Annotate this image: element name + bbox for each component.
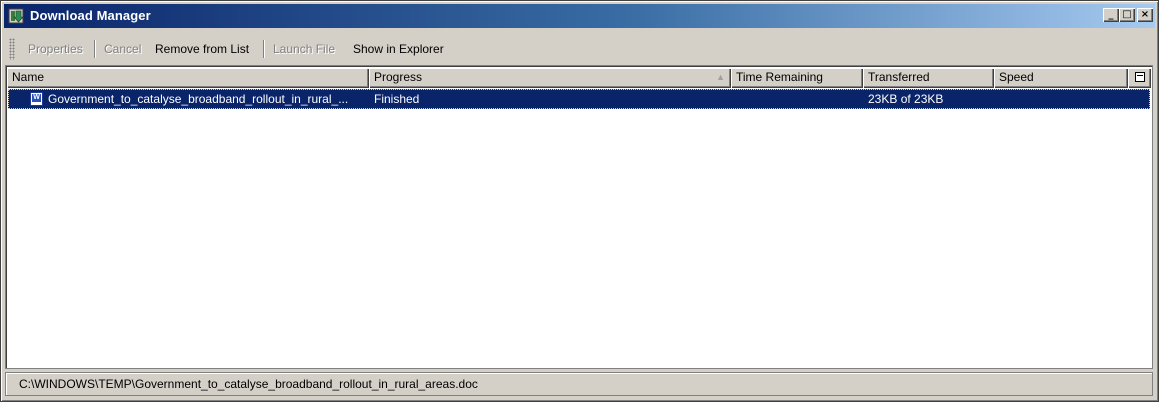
- column-chooser-button[interactable]: [1128, 68, 1151, 88]
- download-manager-icon: [8, 8, 24, 24]
- word-document-icon: W: [30, 92, 43, 106]
- column-header-speed[interactable]: Speed: [994, 68, 1128, 88]
- toolbar-grip[interactable]: [9, 38, 15, 60]
- download-progress: Finished: [374, 92, 420, 106]
- toolbar: Properties Cancel Remove from List Launc…: [4, 35, 1155, 63]
- toolbar-separator: [94, 40, 96, 58]
- download-name: Government_to_catalyse_broadband_rollout…: [48, 92, 349, 106]
- toolbar-separator: [263, 40, 265, 58]
- download-transferred: 23KB of 23KB: [868, 92, 944, 106]
- column-header-progress[interactable]: Progress ▲: [369, 68, 731, 88]
- column-header-name-label: Name: [12, 70, 45, 84]
- column-header-transferred-label: Transferred: [868, 70, 930, 84]
- maximize-button[interactable]: □: [1119, 8, 1135, 22]
- column-header-transferred[interactable]: Transferred: [863, 68, 994, 88]
- minimize-button[interactable]: _: [1103, 8, 1119, 22]
- close-button[interactable]: ×: [1137, 8, 1153, 22]
- properties-button[interactable]: Properties: [28, 40, 83, 58]
- download-manager-window: Download Manager _ □ × Properties Cancel…: [0, 0, 1159, 402]
- cancel-button[interactable]: Cancel: [104, 40, 141, 58]
- column-header-time-remaining-label: Time Remaining: [736, 70, 823, 84]
- sort-ascending-icon: ▲: [716, 72, 725, 82]
- column-header-name[interactable]: Name: [7, 68, 369, 88]
- maximize-icon: □: [1122, 9, 1132, 20]
- column-header-time-remaining[interactable]: Time Remaining: [731, 68, 863, 88]
- column-header-progress-label: Progress: [374, 70, 423, 84]
- window-title: Download Manager: [30, 8, 151, 23]
- launch-file-button[interactable]: Launch File: [273, 40, 335, 58]
- minimize-icon: _: [1108, 9, 1114, 20]
- downloads-list[interactable]: Name Progress ▲ Time Remaining Transferr…: [5, 65, 1153, 369]
- status-bar: C:\WINDOWS\TEMP\Government_to_catalyse_b…: [5, 372, 1153, 396]
- column-chooser-icon: [1135, 72, 1145, 82]
- download-row[interactable]: W Government_to_catalyse_broadband_rollo…: [8, 89, 1150, 109]
- status-path: C:\WINDOWS\TEMP\Government_to_catalyse_b…: [19, 377, 478, 391]
- title-bar[interactable]: Download Manager _ □ ×: [4, 4, 1155, 28]
- show-in-explorer-button[interactable]: Show in Explorer: [353, 40, 444, 58]
- column-header-speed-label: Speed: [999, 70, 1034, 84]
- close-icon: ×: [1140, 9, 1150, 20]
- remove-from-list-button[interactable]: Remove from List: [155, 40, 249, 58]
